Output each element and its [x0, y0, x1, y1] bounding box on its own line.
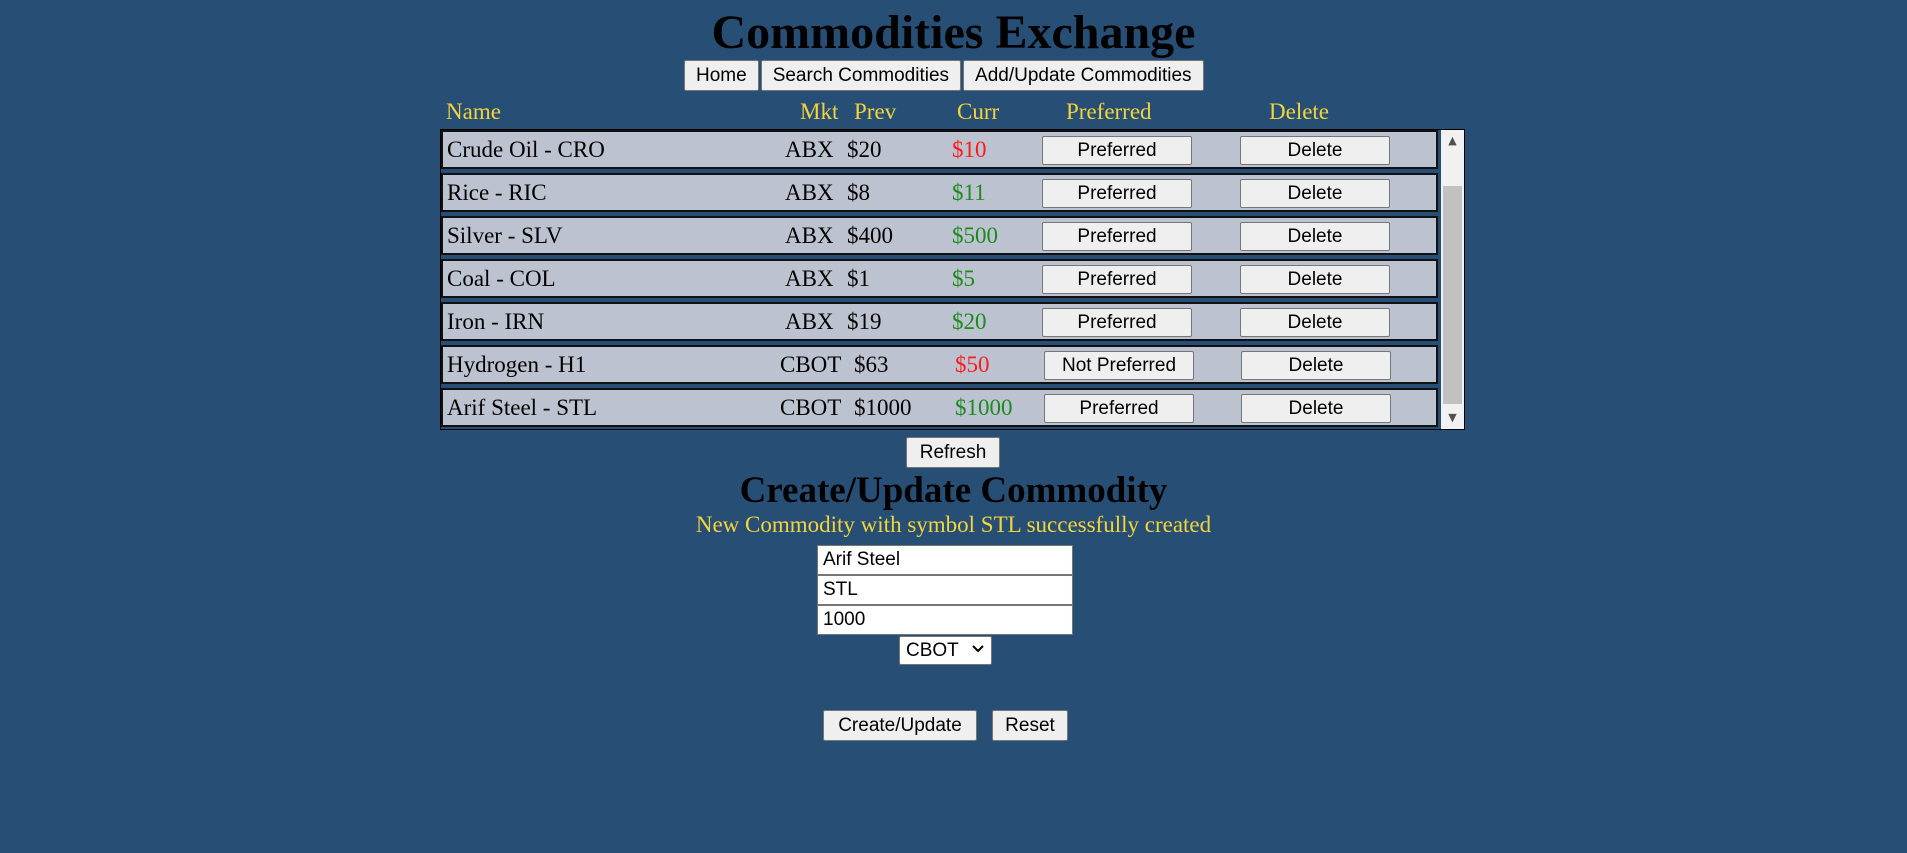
- market-select[interactable]: CBOT: [899, 636, 992, 665]
- preferred-toggle-button[interactable]: Preferred: [1044, 394, 1194, 423]
- commodity-price-input[interactable]: [817, 605, 1073, 635]
- commodity-name: Crude Oil - CRO: [447, 137, 605, 162]
- status-message: New Commodity with symbol STL successful…: [695, 512, 1212, 537]
- delete-button[interactable]: Delete: [1241, 394, 1391, 423]
- commodity-symbol-input[interactable]: [817, 575, 1073, 605]
- commodity-name: Coal - COL: [447, 266, 556, 291]
- commodity-market: CBOT: [780, 352, 842, 377]
- commodity-curr-price: $500: [952, 223, 998, 248]
- commodity-prev-price: $400: [847, 223, 893, 248]
- preferred-toggle-button[interactable]: Preferred: [1042, 265, 1192, 294]
- commodity-market: ABX: [785, 309, 834, 334]
- delete-button[interactable]: Delete: [1240, 265, 1390, 294]
- commodity-name-input[interactable]: [817, 545, 1073, 575]
- market-select-value: CBOT: [906, 639, 959, 661]
- chevron-down-icon: [972, 645, 984, 653]
- scroll-down-arrow-icon[interactable]: ▼: [1441, 409, 1464, 427]
- commodity-prev-price: $8: [847, 180, 870, 205]
- delete-button[interactable]: Delete: [1240, 136, 1390, 165]
- commodity-name: Iron - IRN: [447, 309, 545, 334]
- delete-button[interactable]: Delete: [1240, 179, 1390, 208]
- table-row: Coal - COL ABX $1 $5 Preferred Delete: [441, 259, 1438, 298]
- delete-button[interactable]: Delete: [1240, 222, 1390, 251]
- commodity-list[interactable]: Crude Oil - CRO ABX $20 $10 Preferred Delete R…: [440, 129, 1465, 430]
- commodity-curr-price: $5: [952, 266, 975, 291]
- commodity-name: Rice - RIC: [447, 180, 547, 205]
- preferred-toggle-button[interactable]: Not Preferred: [1044, 351, 1194, 380]
- table-row: Iron - IRN ABX $19 $20 Preferred Delete: [441, 302, 1438, 341]
- delete-button[interactable]: Delete: [1241, 351, 1391, 380]
- commodity-rows: Crude Oil - CRO ABX $20 $10 Preferred Delete R…: [441, 130, 1441, 429]
- table-row: Arif Steel - STL CBOT $1000 $1000 Preferred D…: [441, 388, 1438, 427]
- commodity-prev-price: $20: [847, 137, 882, 162]
- preferred-toggle-button[interactable]: Preferred: [1042, 136, 1192, 165]
- column-header-delete: Delete: [1269, 99, 1330, 124]
- refresh-button[interactable]: Refresh: [906, 437, 1000, 468]
- list-scrollbar[interactable]: ▲ ▼: [1441, 130, 1464, 429]
- column-header-mkt: Mkt: [800, 99, 839, 124]
- commodity-prev-price: $1: [847, 266, 870, 291]
- commodity-prev-price: $1000: [854, 395, 912, 420]
- form-title: Create/Update Commodity: [739, 470, 1168, 511]
- add-update-commodities-button[interactable]: Add/Update Commodities: [963, 60, 1204, 91]
- scroll-up-arrow-icon[interactable]: ▲: [1441, 132, 1464, 150]
- table-row: Silver - SLV ABX $400 $500 Preferred Delete: [441, 216, 1438, 255]
- commodity-curr-price: $1000: [955, 395, 1013, 420]
- commodity-curr-price: $10: [952, 137, 987, 162]
- table-row: Rice - RIC ABX $8 $11 Preferred Delete: [441, 173, 1438, 212]
- preferred-toggle-button[interactable]: Preferred: [1042, 179, 1192, 208]
- table-row: Crude Oil - CRO ABX $20 $10 Preferred Delete: [441, 130, 1438, 169]
- search-commodities-button[interactable]: Search Commodities: [760, 60, 962, 91]
- create-update-button[interactable]: Create/Update: [823, 710, 977, 741]
- column-header-preferred: Preferred: [1066, 99, 1152, 124]
- column-header-prev: Prev: [854, 99, 897, 124]
- preferred-toggle-button[interactable]: Preferred: [1042, 222, 1192, 251]
- table-row: Hydrogen - H1 CBOT $63 $50 Not Preferred Dele…: [441, 345, 1438, 384]
- column-header-name: Name: [446, 99, 501, 124]
- commodity-market: ABX: [785, 266, 834, 291]
- commodity-market: ABX: [785, 137, 834, 162]
- commodity-prev-price: $63: [854, 352, 889, 377]
- preferred-toggle-button[interactable]: Preferred: [1042, 308, 1192, 337]
- delete-button[interactable]: Delete: [1240, 308, 1390, 337]
- commodity-market: ABX: [785, 180, 834, 205]
- commodity-market: CBOT: [780, 395, 842, 420]
- commodity-name: Hydrogen - H1: [447, 352, 587, 377]
- commodity-curr-price: $20: [952, 309, 987, 334]
- nav-bar: Home Search Commodities Add/Update Commo…: [684, 60, 1204, 91]
- home-button[interactable]: Home: [684, 60, 759, 91]
- reset-button[interactable]: Reset: [992, 710, 1068, 741]
- app-root: Commodities Exchange Home Search Commodi…: [0, 0, 1907, 853]
- commodity-market: ABX: [785, 223, 834, 248]
- commodity-name: Arif Steel - STL: [447, 395, 598, 420]
- scrollbar-thumb[interactable]: [1443, 186, 1462, 404]
- commodity-curr-price: $11: [952, 180, 986, 205]
- commodity-name: Silver - SLV: [447, 223, 563, 248]
- commodity-curr-price: $50: [955, 352, 990, 377]
- column-header-curr: Curr: [957, 99, 1000, 124]
- commodity-prev-price: $19: [847, 309, 882, 334]
- page-title: Commodities Exchange: [711, 6, 1196, 59]
